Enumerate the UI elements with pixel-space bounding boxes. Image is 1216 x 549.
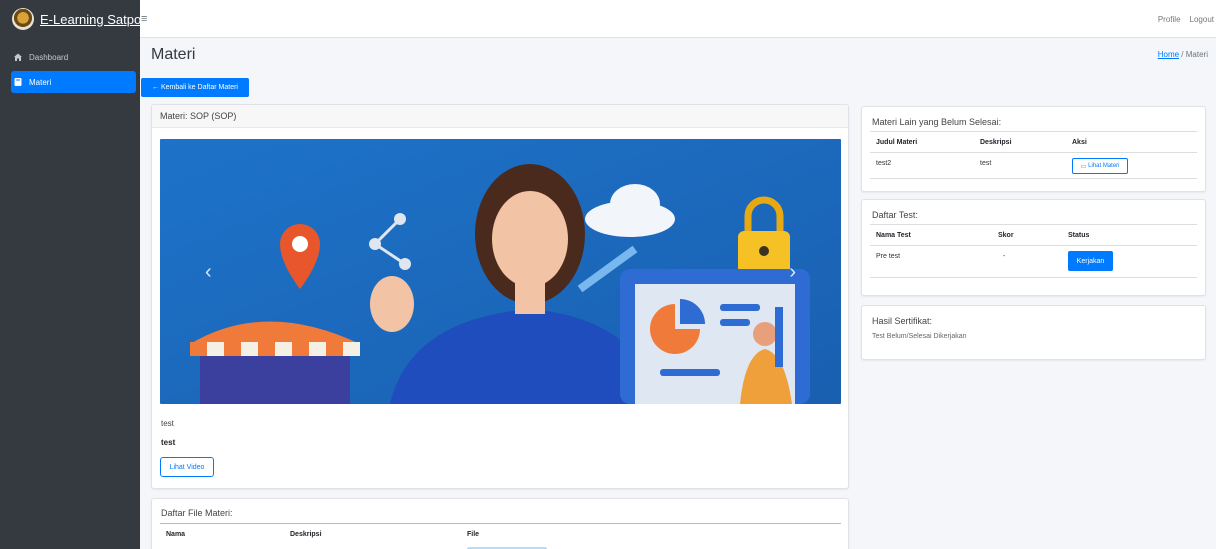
column-header-aksi: Aksi xyxy=(1072,139,1087,146)
sidebar-item-materi[interactable]: Materi xyxy=(11,71,136,93)
home-icon xyxy=(13,52,23,62)
column-header-deskripsi: Deskripsi xyxy=(290,531,322,538)
materi-content: test xyxy=(161,438,176,447)
other-materi-card: Materi Lain yang Belum Selesai: Judul Ma… xyxy=(861,106,1206,192)
book-icon: ▭ xyxy=(1080,163,1087,170)
other-materi-title: Materi Lain yang Belum Selesai: xyxy=(872,117,1002,127)
breadcrumb-current: Materi xyxy=(1185,50,1208,59)
table-row: test2 test ▭ Lihat Materi xyxy=(870,153,1197,179)
breadcrumb: Home / Materi xyxy=(1158,50,1208,59)
file-table-header: Nama Deskripsi File xyxy=(160,523,841,545)
column-header-judul: Judul Materi xyxy=(876,139,918,146)
sidebar-item-label: Materi xyxy=(29,77,52,87)
test-name-cell: Pre test xyxy=(876,253,901,260)
table-row: Pre test - Kerjakan xyxy=(870,246,1197,278)
breadcrumb-home-link[interactable]: Home xyxy=(1158,50,1179,59)
sidebar-item-label: Dashboard xyxy=(29,52,69,62)
materi-judul-cell: test2 xyxy=(876,160,892,167)
top-nav-links: Profile Logout xyxy=(1158,15,1214,24)
materi-banner-image xyxy=(160,139,841,404)
brand-logo-icon xyxy=(12,8,34,30)
view-materi-button[interactable]: ▭ Lihat Materi xyxy=(1072,158,1128,174)
certificate-card: Hasil Sertifikat: Test Belum/Selesai Dik… xyxy=(861,305,1206,360)
materi-card: Materi: SOP (SOP) ‹ › test test Lihat Vi… xyxy=(151,104,849,489)
brand-link[interactable]: E-Learning Satpol PP xyxy=(0,0,140,38)
certificate-title: Hasil Sertifikat: xyxy=(872,316,933,326)
brand-name[interactable]: E-Learning Satpol PP xyxy=(40,12,140,27)
sidebar: Dashboard Materi xyxy=(0,38,140,549)
file-list-title: Daftar File Materi: xyxy=(161,508,233,518)
page-title: Materi xyxy=(151,46,196,63)
carousel-prev-icon[interactable]: ‹ xyxy=(205,261,212,284)
materi-deskripsi-cell: test xyxy=(980,160,992,167)
test-table-header: Nama Test Skor Status xyxy=(870,224,1197,246)
sidebar-item-dashboard[interactable]: Dashboard xyxy=(11,46,136,68)
materi-card-title: Materi: SOP (SOP) xyxy=(152,105,848,128)
profile-link[interactable]: Profile xyxy=(1158,15,1181,24)
test-list-title: Daftar Test: xyxy=(872,210,918,220)
carousel-next-icon[interactable]: › xyxy=(789,261,796,284)
column-header-status: Status xyxy=(1068,232,1090,239)
top-navbar: E-Learning Satpol PP ≡ Profile Logout xyxy=(0,0,1216,38)
materi-image-carousel[interactable]: ‹ › xyxy=(160,139,841,404)
back-to-list-button[interactable]: ← Kembali ke Daftar Materi xyxy=(141,78,249,97)
book-icon xyxy=(13,77,23,87)
column-header-file: File xyxy=(467,531,480,538)
other-materi-table-header: Judul Materi Deskripsi Aksi xyxy=(870,131,1197,153)
test-list-card: Daftar Test: Nama Test Skor Status Pre t… xyxy=(861,199,1206,296)
column-header-deskripsi: Deskripsi xyxy=(980,139,1012,146)
column-header-nama: Nama xyxy=(166,531,186,538)
certificate-status-text: Test Belum/Selesai Dikerjakan xyxy=(872,333,967,340)
start-test-button[interactable]: Kerjakan xyxy=(1068,251,1113,271)
materi-description: test xyxy=(161,419,174,428)
view-video-button[interactable]: Lihat Video xyxy=(160,457,214,477)
test-score-cell: - xyxy=(1003,253,1006,260)
logout-link[interactable]: Logout xyxy=(1190,15,1214,24)
column-header-skor: Skor xyxy=(998,232,1014,239)
file-list-card: Daftar File Materi: Nama Deskripsi File xyxy=(151,498,849,549)
column-header-nama-test: Nama Test xyxy=(876,232,911,239)
breadcrumb-separator: / xyxy=(1181,50,1184,59)
hamburger-menu-icon[interactable]: ≡ xyxy=(141,13,147,25)
view-materi-label: Lihat Materi xyxy=(1088,163,1120,169)
